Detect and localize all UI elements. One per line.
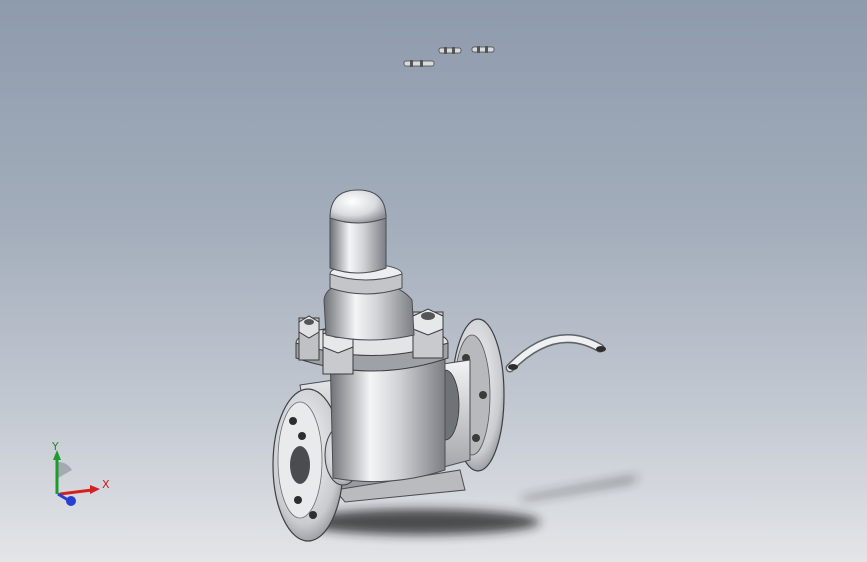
pin-part[interactable]: [471, 46, 495, 53]
triad-x-label: X: [102, 478, 110, 491]
bolt-nut[interactable]: [412, 308, 444, 359]
exploded-pins[interactable]: [403, 46, 495, 67]
triad-z-origin: [66, 496, 76, 506]
pin-part[interactable]: [438, 47, 462, 54]
pin-part[interactable]: [403, 60, 435, 67]
curved-tube-part[interactable]: [505, 334, 606, 373]
graphics-viewport[interactable]: X Y: [0, 0, 867, 562]
bonnet-body[interactable]: [323, 263, 415, 341]
model-scene[interactable]: [0, 0, 867, 562]
triad-y-label: Y: [52, 440, 59, 453]
triad-x-axis: [59, 488, 93, 496]
bolt-nut[interactable]: [298, 315, 320, 361]
view-triad[interactable]: [53, 450, 100, 506]
top-cap[interactable]: [329, 189, 387, 274]
triad-x-arrow: [90, 485, 100, 494]
valve-assembly[interactable]: [272, 189, 505, 542]
